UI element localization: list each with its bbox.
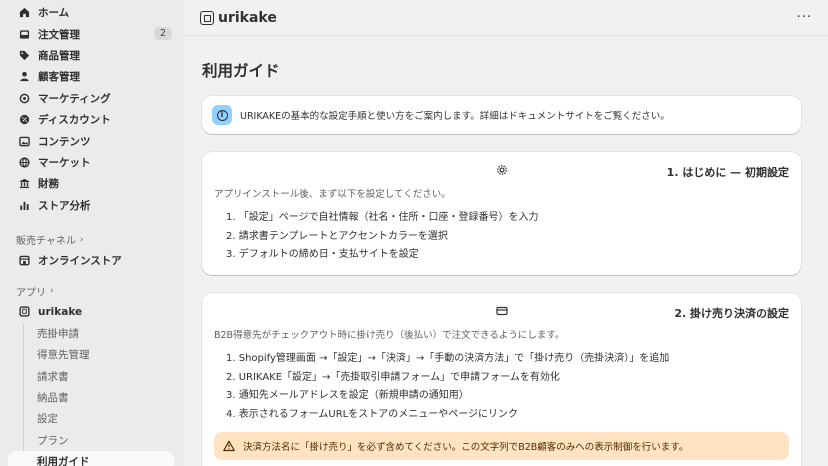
sidebar-item-label: コンテンツ [38, 135, 91, 148]
content-icon [18, 135, 30, 147]
section-intro: アプリインストール後、まず以下を設定してください。 [214, 189, 451, 200]
store-icon [18, 255, 30, 267]
target-icon [18, 92, 30, 104]
list-item: 3. デフォルトの締め日・支払サイトを設定 [226, 249, 419, 261]
tag-icon [18, 49, 30, 61]
info-banner: i URIKAKEの基本的な設定手順と使い方をご案内します。詳細はドキュメントサ… [202, 96, 801, 134]
sidebar-subitem-plan[interactable]: プラン [0, 430, 184, 451]
section-title: 1. はじめに — 初期設定 [666, 166, 789, 179]
sidebar-item-label: マーケット [38, 156, 91, 169]
list-item: 3. 通知先メールアドレスを設定（新規申請の通知用） [226, 390, 469, 402]
chart-icon [18, 199, 30, 211]
page-title: 利用ガイド [202, 62, 280, 80]
chevron-right-icon: › [50, 286, 54, 297]
order-count-badge: 2 [153, 27, 172, 41]
apps-heading[interactable]: アプリ › [0, 281, 184, 301]
sidebar-item-online-store[interactable]: オンラインストア [0, 250, 184, 271]
app-icon [18, 306, 30, 318]
sidebar-subitem-delivery-notes[interactable]: 納品書 [0, 387, 184, 408]
info-icon: i [212, 105, 232, 125]
sidebar-item-marketing[interactable]: マーケティング [0, 88, 184, 109]
list-item: 1. 「設定」ページで自社情報（社名・住所・口座・登録番号）を入力 [226, 212, 539, 223]
sidebar-subitem-settings[interactable]: 設定 [0, 408, 184, 429]
sidebar-item-label: ストア分析 [38, 199, 91, 212]
sidebar-item-urikake[interactable]: urikake [0, 301, 184, 322]
discount-icon [18, 114, 30, 126]
sidebar-item-products[interactable]: 商品管理 [0, 45, 184, 66]
list-item: 1. Shopify管理画面 →「設定」→「決済」→「手動の決済方法」で「掛け売… [226, 353, 670, 364]
sidebar: ホーム 注文管理 2 商品管理 顧客管理 マーケティング ディスカウント コンテ… [0, 0, 184, 466]
section-card-payment: 2. 掛け売り決済の設定 B2B得意先がチェックアウト時に掛け売り（後払い）で注… [202, 293, 801, 466]
sidebar-item-label: urikake [38, 305, 83, 318]
app-title: urikake [218, 9, 277, 26]
sidebar-item-label: ディスカウント [38, 114, 111, 127]
warning-icon [223, 440, 235, 452]
credit-card-icon [495, 306, 508, 316]
sidebar-item-finance[interactable]: 財務 [0, 173, 184, 194]
main-content: urikake ··· 利用ガイド i URIKAKEの基本的な設定手順と使い方… [184, 0, 828, 466]
list-item: 2. URIKAKE「設定」→「売掛取引申請フォーム」で申請フォームを有効化 [226, 371, 560, 383]
section-intro: B2B得意先がチェックアウト時に掛け売り（後払い）で注文できるようにします。 [214, 330, 565, 341]
sidebar-item-label: 注文管理 [38, 28, 80, 41]
sidebar-item-analytics[interactable]: ストア分析 [0, 195, 184, 216]
steps-list: 1. 「設定」ページで自社情報（社名・住所・口座・登録番号）を入力 2. 請求書… [202, 209, 801, 265]
sidebar-item-home[interactable]: ホーム [0, 2, 184, 23]
person-icon [18, 71, 30, 83]
steps-list: 1. Shopify管理画面 →「設定」→「決済」→「手動の決済方法」で「掛け売… [202, 350, 801, 424]
warning-text: 決済方法名に「掛け売り」を必ず含めてください。この文字列でB2B顧客のみへの表示… [243, 442, 689, 453]
app-icon [200, 10, 214, 25]
more-actions-button[interactable]: ··· [797, 10, 812, 25]
section-card-setup: 1. はじめに — 初期設定 アプリインストール後、まず以下を設定してください。… [202, 152, 801, 275]
sidebar-item-label: ホーム [38, 7, 70, 20]
sidebar-subitem-usage-guide[interactable]: 利用ガイド [8, 451, 174, 466]
sidebar-item-orders[interactable]: 注文管理 2 [0, 23, 184, 44]
sidebar-item-label: 財務 [38, 178, 59, 191]
sidebar-subitem-invoices[interactable]: 請求書 [0, 365, 184, 386]
sidebar-subitem-credit-application[interactable]: 売掛申請 [0, 323, 184, 344]
sales-channels-heading[interactable]: 販売チャネル › [0, 230, 184, 250]
home-icon [18, 7, 30, 19]
gear-icon [496, 165, 507, 175]
chevron-right-icon: › [79, 234, 84, 245]
sidebar-item-markets[interactable]: マーケット [0, 152, 184, 173]
sidebar-item-discounts[interactable]: ディスカウント [0, 109, 184, 130]
bank-icon [18, 178, 30, 190]
section-title: 2. 掛け売り決済の設定 [674, 307, 789, 320]
list-item: 4. 表示されるフォームURLをストアのメニューやページにリンク [226, 408, 519, 420]
sidebar-item-label: マーケティング [38, 92, 111, 105]
sidebar-item-content[interactable]: コンテンツ [0, 130, 184, 151]
list-item: 2. 請求書テンプレートとアクセントカラーを選択 [226, 230, 448, 242]
sidebar-subitem-client-management[interactable]: 得意先管理 [0, 344, 184, 365]
app-header: urikake ··· [184, 0, 828, 36]
inbox-icon [18, 28, 30, 40]
sidebar-item-label: オンラインストア [38, 255, 122, 268]
sidebar-item-label: 顧客管理 [38, 71, 80, 84]
warning-banner: 決済方法名に「掛け売り」を必ず含めてください。この文字列でB2B顧客のみへの表示… [214, 432, 789, 460]
banner-text: URIKAKEの基本的な設定手順と使い方をご案内します。詳細はドキュメントサイト… [240, 111, 670, 122]
sidebar-item-customers[interactable]: 顧客管理 [0, 66, 184, 87]
sidebar-item-label: 商品管理 [38, 49, 80, 62]
globe-icon [18, 156, 30, 168]
